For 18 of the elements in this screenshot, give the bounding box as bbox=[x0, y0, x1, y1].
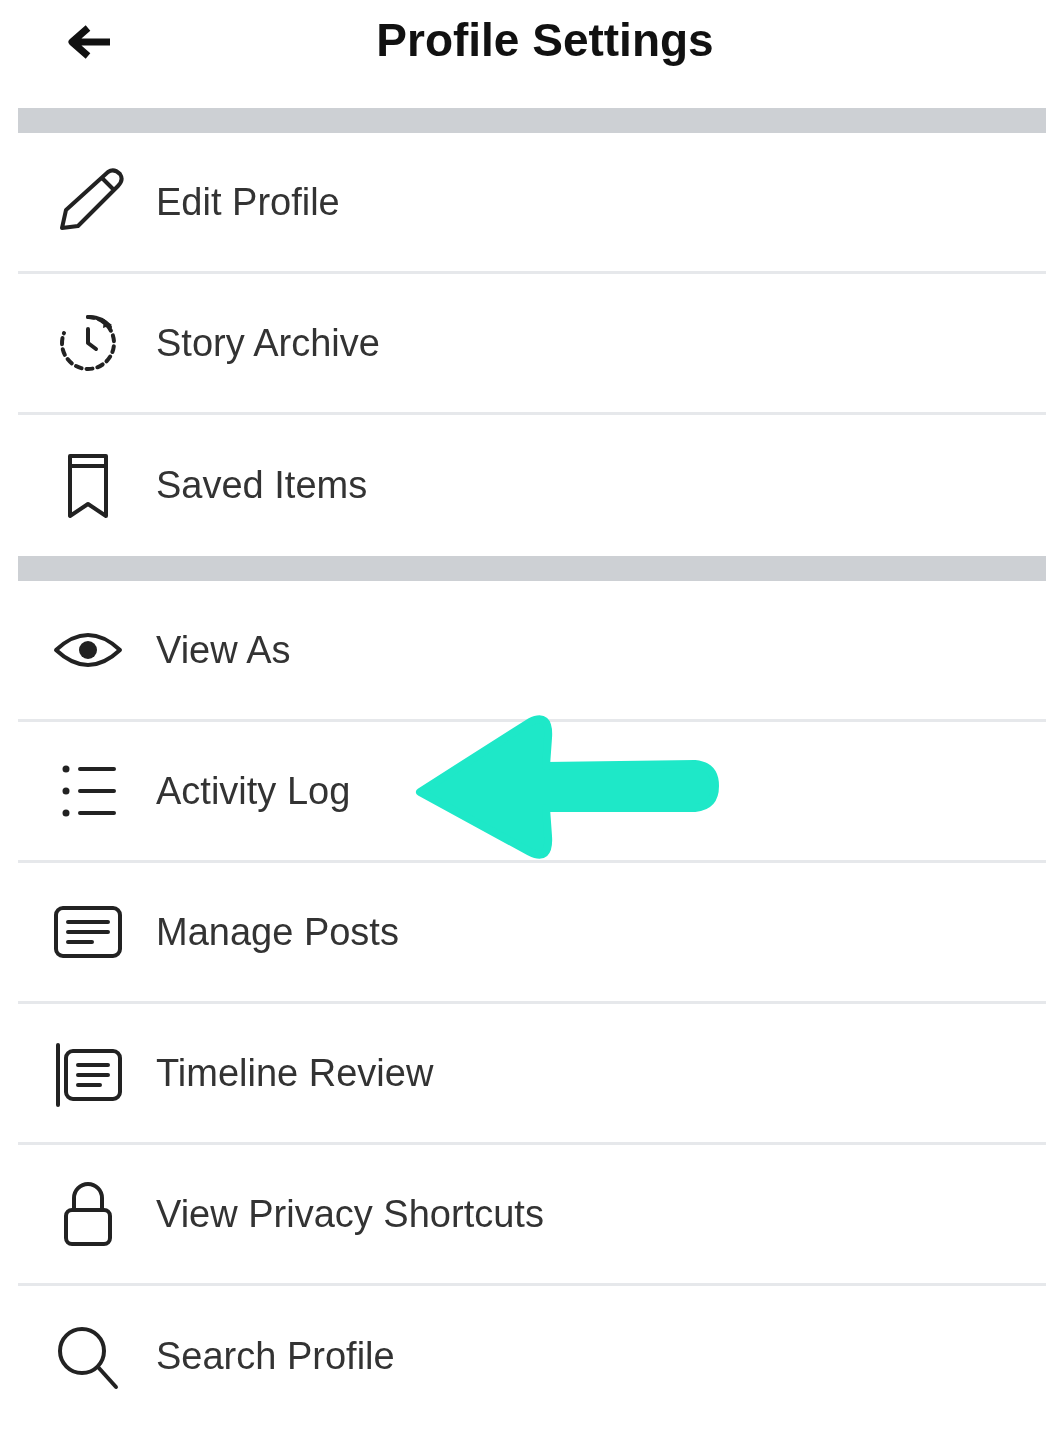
menu-item[interactable]: View Privacy Shortcuts bbox=[18, 1145, 1046, 1286]
menu-item[interactable]: Search Profile bbox=[18, 1286, 1046, 1427]
menu-item-label: Timeline Review bbox=[156, 1050, 434, 1096]
menu-item[interactable]: Saved Items bbox=[18, 415, 1046, 556]
menu-item-label: Activity Log bbox=[156, 768, 351, 814]
menu-item-label: View Privacy Shortcuts bbox=[156, 1191, 544, 1237]
menu-item[interactable]: Manage Posts bbox=[18, 863, 1046, 1004]
menu-item[interactable]: Edit Profile bbox=[18, 133, 1046, 274]
menu-item[interactable]: Timeline Review bbox=[18, 1004, 1046, 1145]
menu-item-label: Search Profile bbox=[156, 1334, 395, 1379]
menu-item-label: View As bbox=[156, 627, 291, 673]
page-title: Profile Settings bbox=[376, 13, 714, 68]
menu-item-label: Story Archive bbox=[156, 320, 380, 366]
menu-item[interactable]: Story Archive bbox=[18, 274, 1046, 415]
menu-item-label: Manage Posts bbox=[156, 909, 399, 955]
menu-item[interactable]: View As bbox=[18, 581, 1046, 722]
menu-item-label: Saved Items bbox=[156, 463, 368, 508]
menu-item-label: Edit Profile bbox=[156, 179, 340, 225]
